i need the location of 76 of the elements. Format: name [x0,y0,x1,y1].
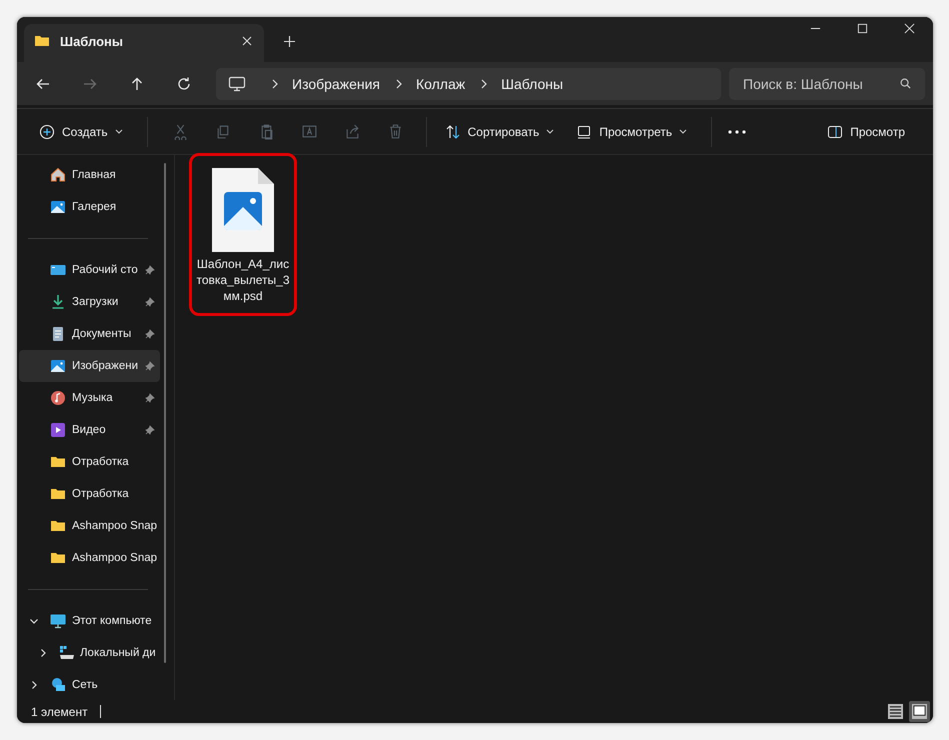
search-icon [900,78,911,88]
square-icon [912,704,927,719]
chevron-icon [272,78,278,88]
breadcrumb[interactable]: Изображения [292,76,380,92]
desktop-icon [50,262,66,278]
preview-pane-button[interactable]: Просмотр [821,118,911,146]
sidebar-item[interactable]: Главная [19,159,160,191]
sidebar-item[interactable]: Этот компьюте [19,605,160,637]
image-file-icon [212,168,274,252]
monitor-icon [576,124,592,140]
pictures-icon [50,358,66,374]
pin-icon[interactable] [145,425,155,435]
list-icon [888,704,903,719]
chevron-icon[interactable] [29,616,39,626]
network-icon [50,677,66,693]
sidebar-item[interactable]: Документы [19,318,160,350]
split-pane-icon [827,124,844,140]
folder-icon [50,550,66,566]
folder-icon [50,454,66,470]
sidebar-item[interactable]: Сеть [19,669,160,701]
sidebar-item[interactable]: Локальный ди [19,637,160,669]
home-icon [50,167,66,183]
more-icon[interactable] [728,130,746,134]
sort-button[interactable]: Сортировать [438,118,560,146]
search-field[interactable]: Поиск в: Шаблоны [729,68,925,100]
view-button[interactable]: Просмотреть [570,118,694,146]
new-tab-icon[interactable] [284,36,295,47]
sidebar-item[interactable]: Галерея [19,191,160,223]
item-count: 1 элемент [31,704,88,718]
chevron-icon[interactable] [29,680,39,690]
chevron-icon [396,78,402,88]
sidebar-item[interactable]: Видео [19,414,160,446]
documents-icon [50,326,66,342]
close-icon[interactable] [904,23,915,34]
maximize-icon[interactable] [857,23,868,34]
file-item[interactable]: Шаблон_А4_листовка_вылеты_3мм.psd [189,153,297,316]
pc-icon [50,613,66,629]
tab[interactable]: Шаблоны [24,24,264,62]
monitor-icon [228,76,246,92]
sidebar-item[interactable]: Изображени [19,350,160,382]
pin-icon[interactable] [145,329,155,339]
breadcrumb[interactable]: Коллаж [416,76,466,92]
scrollbar[interactable] [164,163,166,663]
chevron-icon[interactable] [38,648,48,658]
new-button[interactable]: Создать [33,118,129,146]
sidebar-item[interactable]: Загрузки [19,286,160,318]
folder-icon [34,33,50,49]
sidebar-item[interactable]: Рабочий сто [19,254,160,286]
gallery-icon [50,199,66,215]
sidebar-item[interactable]: Ashampoo Snap [19,542,160,574]
caret-icon [114,129,123,134]
sidebar-item[interactable]: Музыка [19,382,160,414]
pin-icon[interactable] [145,297,155,307]
sort-arrows-icon [444,124,461,140]
drive-icon [59,645,75,661]
close-tab-icon[interactable] [242,36,252,46]
pin-icon[interactable] [145,393,155,403]
folder-icon [50,486,66,502]
pin-icon[interactable] [145,361,155,371]
plus-circle-icon [39,124,55,140]
tiles-view-button[interactable] [909,701,930,722]
refresh-icon[interactable] [176,76,192,92]
music-icon [50,390,66,406]
downloads-icon [50,294,66,310]
sidebar-item[interactable]: Отработка [19,478,160,510]
breadcrumb[interactable]: Шаблоны [501,76,564,92]
chevron-icon [481,78,488,88]
caret-icon [679,129,688,134]
details-view-button[interactable] [885,701,906,722]
video-icon [50,422,66,438]
pin-icon[interactable] [145,265,155,275]
caret-icon [546,129,554,134]
folder-icon [50,518,66,534]
address-bar[interactable]: Изображения Коллаж Шаблоны [216,68,721,100]
sidebar-item[interactable]: Отработка [19,446,160,478]
sidebar-item[interactable]: Ashampoo Snap [19,510,160,542]
